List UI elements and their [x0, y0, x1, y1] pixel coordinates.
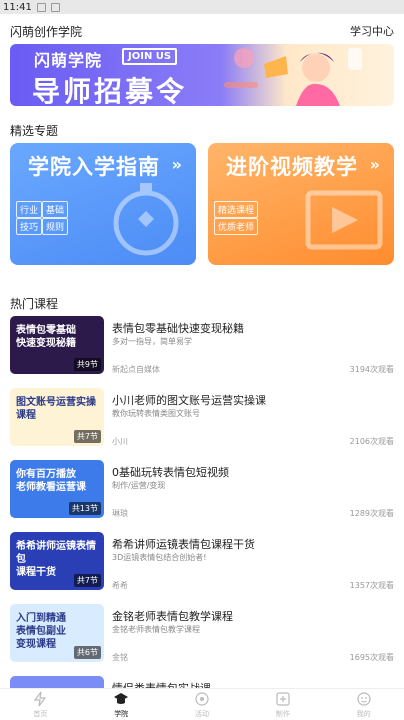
- course-views: 2106次观看: [349, 437, 394, 446]
- activity-icon: [195, 691, 209, 706]
- card-tag: 优质老师: [214, 218, 259, 235]
- course-views: 1289次观看: [349, 509, 394, 518]
- card-admission-guide[interactable]: 学院入学指南 » 行业 基础 技巧 规则: [10, 143, 196, 265]
- course-views: 1695次观看: [349, 653, 394, 662]
- tab-home[interactable]: 首页: [0, 689, 81, 720]
- card-advanced-video[interactable]: 进阶视频教学 » 精选课程 优质老师: [208, 143, 394, 265]
- flash-icon: [34, 691, 47, 706]
- course-thumbnail: 图文账号运营实操课程 共7节: [10, 388, 104, 446]
- tab-label: 制作: [275, 709, 290, 718]
- course-views: 1357次观看: [349, 581, 394, 590]
- banner-line1: 闪萌学院: [34, 51, 103, 70]
- course-thumbnail: 你有百万播放 老师教看运营课 共13节: [10, 460, 104, 518]
- course-item[interactable]: 希希讲师运镜表情包 课程干货 共7节 希希讲师运镜表情包课程干货 3D运镜表情包结…: [10, 532, 394, 594]
- thumbnail-caption: 你有百万播放 老师教看运营课: [16, 469, 86, 493]
- course-author: 希希: [112, 581, 128, 590]
- user-icon: [356, 691, 371, 706]
- card-tag: 规则: [42, 218, 69, 235]
- tab-activity[interactable]: 活动: [162, 689, 243, 720]
- course-item[interactable]: 图文账号运营实操课程 共7节 小川老师的图文账号运营实操课 教你玩转表情类图文账…: [10, 388, 394, 450]
- course-title: 小川老师的图文账号运营实操课: [112, 394, 266, 407]
- create-icon: [276, 691, 290, 706]
- thumbnail-caption: 入门到精通 表情包副业 变现课程: [16, 613, 66, 650]
- card-tag: 行业: [16, 201, 43, 218]
- video-play-icon: [305, 190, 383, 250]
- stopwatch-icon: [113, 183, 179, 256]
- lesson-count-badge: 共13节: [68, 502, 101, 515]
- tab-profile[interactable]: 我的: [323, 689, 404, 720]
- status-time: 11:41: [3, 1, 32, 13]
- thumbnail-caption: 图文账号运营实操课程: [16, 397, 96, 421]
- course-description: 制作/运营/变现: [112, 481, 166, 490]
- course-thumbnail: 希希讲师运镜表情包 课程干货 共7节: [10, 532, 104, 590]
- course-item[interactable]: 你有百万播放 老师教看运营课 共13节 0基础玩转表情包短视频 制作/运营/变现 …: [10, 460, 394, 522]
- lesson-count-badge: 共7节: [73, 430, 101, 443]
- course-views: 3194次观看: [349, 365, 394, 374]
- lesson-count-badge: 共6节: [73, 646, 101, 659]
- course-title: 表情包零基础快速变现秘籍: [112, 322, 244, 335]
- course-description: 金铭老师表情包教学课程: [112, 625, 200, 634]
- course-author: 新起点自媒体: [112, 365, 160, 374]
- banner-line2: 导师招募令: [32, 75, 188, 106]
- status-indicator-icon: [36, 2, 46, 12]
- course-description: 多对一指导，简单易学: [112, 337, 192, 346]
- course-description: 教你玩转表情类图文账号: [112, 409, 200, 418]
- banner-illustration: [224, 48, 362, 106]
- course-title: 0基础玩转表情包短视频: [112, 466, 229, 479]
- course-thumbnail: 表情包零基础 快速变现秘籍 共9节: [10, 316, 104, 374]
- course-item[interactable]: 表情包零基础 快速变现秘籍 共9节 表情包零基础快速变现秘籍 多对一指导，简单易学…: [10, 316, 394, 378]
- featured-section-title: 精选专题: [10, 124, 59, 138]
- graduation-cap-icon: [114, 692, 129, 704]
- course-thumbnail: 入门到精通 表情包副业 变现课程 共6节: [10, 604, 104, 662]
- tab-label: 首页: [33, 709, 48, 718]
- tab-label: 活动: [194, 709, 209, 718]
- learning-center-link[interactable]: 学习中心: [350, 23, 394, 39]
- tab-create[interactable]: 制作: [242, 689, 323, 720]
- recruit-banner[interactable]: 闪萌学院 JOIN US 导师招募令: [10, 44, 394, 106]
- course-author: 金铭: [112, 653, 128, 662]
- course-author: 小川: [112, 437, 128, 446]
- course-title: 希希讲师运镜表情包课程干货: [112, 538, 255, 551]
- top-bar: 闪萌创作学院 学习中心: [0, 14, 404, 48]
- card-tag: 技巧: [16, 218, 43, 235]
- status-bar: 11:41: [0, 0, 404, 14]
- thumbnail-caption: 表情包零基础 快速变现秘籍: [16, 325, 76, 349]
- card-tag: 基础: [42, 201, 69, 218]
- card-tag: 精选课程: [214, 201, 259, 218]
- bottom-tab-bar: 首页 学院 活动 制作 我的: [0, 688, 404, 720]
- tab-label: 学院: [114, 709, 129, 718]
- chevron-right-icon: »: [369, 155, 380, 174]
- tab-label: 我的: [356, 709, 371, 718]
- tab-academy[interactable]: 学院: [81, 689, 162, 720]
- lesson-count-badge: 共7节: [73, 574, 101, 587]
- chevron-right-icon: »: [171, 155, 182, 174]
- course-item[interactable]: 入门到精通 表情包副业 变现课程 共6节 金铭老师表情包教学课程 金铭老师表情包教学…: [10, 604, 394, 666]
- course-author: 琳琅: [112, 509, 128, 518]
- course-description: 3D运镜表情包结合创始者!: [112, 553, 207, 562]
- hot-section-title: 热门课程: [10, 297, 59, 311]
- status-indicator-icon: [50, 2, 60, 12]
- course-title: 金铭老师表情包教学课程: [112, 610, 233, 623]
- lesson-count-badge: 共9节: [73, 358, 101, 371]
- page-title: 闪萌创作学院: [10, 24, 83, 39]
- banner-badge: JOIN US: [122, 48, 178, 65]
